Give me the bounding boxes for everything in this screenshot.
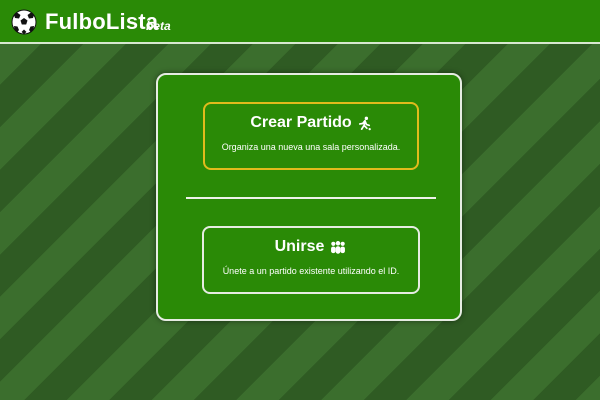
join-match-title: Unirse <box>204 238 418 256</box>
brand-name[interactable]: FulboLista <box>45 9 158 35</box>
beta-badge: beta <box>146 19 171 33</box>
running-person-icon <box>358 116 371 130</box>
divider <box>186 197 436 199</box>
choice-panel: Crear Partido Organiza una nueva una sal… <box>156 73 462 321</box>
group-people-icon <box>331 240 346 254</box>
create-match-button[interactable]: Crear Partido Organiza una nueva una sal… <box>203 102 419 170</box>
top-bar: FulboLista beta <box>0 0 600 44</box>
create-match-title: Crear Partido <box>205 114 417 132</box>
join-match-button[interactable]: Unirse Únete a un partido existente util… <box>202 226 420 294</box>
create-match-label: Crear Partido <box>250 114 352 131</box>
join-match-description: Únete a un partido existente utilizando … <box>222 266 400 276</box>
soccer-ball-icon[interactable] <box>11 9 37 35</box>
create-match-description: Organiza una nueva una sala personalizad… <box>221 142 401 152</box>
join-match-label: Unirse <box>274 238 325 255</box>
